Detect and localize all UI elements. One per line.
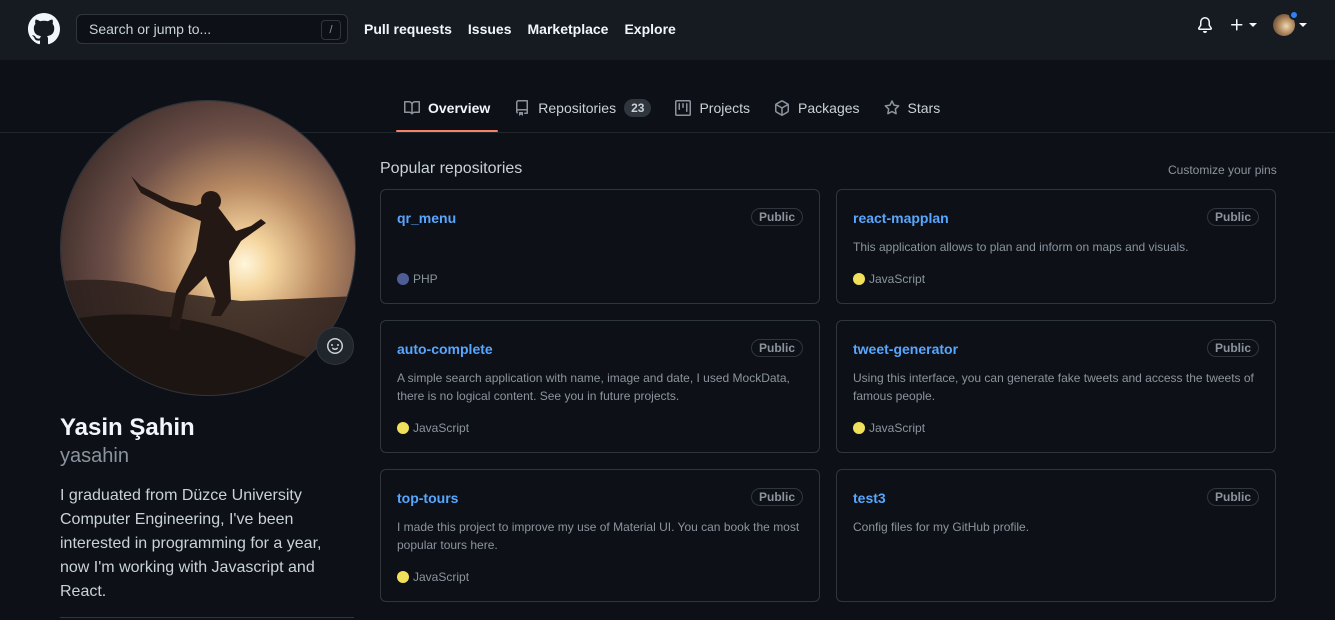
repo-description: I made this project to improve my use of…: [397, 520, 800, 552]
repo-language: JavaScript: [853, 421, 925, 435]
global-nav: Pull requests Issues Marketplace Explore: [364, 21, 676, 37]
repo-link[interactable]: react-mapplan: [853, 210, 949, 226]
visibility-badge: Public: [750, 208, 803, 226]
repo-link[interactable]: test3: [853, 490, 886, 506]
language-color-dot: [397, 273, 409, 285]
search-input[interactable]: [89, 21, 309, 37]
repo-language: JavaScript: [397, 421, 469, 435]
pinned-title: Popular repositories: [380, 160, 523, 177]
visibility-badge: Public: [750, 488, 803, 506]
nav-explore[interactable]: Explore: [624, 21, 675, 37]
pinned-repo-card: qr_menu Public PHP: [380, 189, 820, 304]
smiley-icon: [327, 338, 343, 354]
user-menu[interactable]: [1273, 10, 1307, 36]
tab-label: Projects: [699, 100, 751, 116]
project-icon: [675, 100, 692, 116]
search-shortcut-key: /: [321, 20, 341, 40]
book-icon: [404, 100, 420, 115]
profile-name: Yasin Şahin: [60, 414, 195, 441]
avatar[interactable]: [1273, 10, 1299, 36]
nav-marketplace[interactable]: Marketplace: [528, 21, 609, 37]
nav-issues[interactable]: Issues: [468, 21, 512, 37]
visibility-badge: Public: [1206, 488, 1259, 506]
tab-projects[interactable]: Projects: [667, 86, 758, 130]
pinned-repo-card: top-tours Public I made this project to …: [380, 469, 820, 602]
customize-pins-link[interactable]: Customize your pins: [1168, 163, 1277, 177]
language-color-dot: [397, 571, 409, 583]
tab-packages[interactable]: Packages: [766, 86, 867, 130]
header-actions: [1197, 10, 1307, 36]
tab-overview[interactable]: Overview: [396, 86, 499, 132]
tab-label: Repositories: [538, 100, 617, 116]
repo-description: Config files for my GitHub profile.: [853, 520, 1030, 534]
repo-link[interactable]: top-tours: [397, 490, 458, 506]
pinned-repo-card: react-mapplan Public This application al…: [836, 189, 1276, 304]
package-icon: [775, 100, 790, 116]
language-label: JavaScript: [869, 421, 926, 435]
tab-label: Packages: [798, 100, 860, 116]
search-box[interactable]: /: [76, 14, 348, 44]
tab-label: Overview: [428, 100, 491, 116]
pinned-repo-card: auto-complete Public A simple search app…: [380, 320, 820, 453]
repo-icon: [516, 100, 529, 116]
visibility-badge: Public: [1206, 339, 1259, 357]
repo-description: This application allows to plan and info…: [853, 240, 1189, 254]
repo-language: JavaScript: [397, 570, 469, 584]
visibility-badge: Public: [750, 339, 803, 357]
profile-avatar[interactable]: [60, 100, 356, 396]
chevron-down-icon: [1299, 23, 1307, 27]
repo-language: JavaScript: [853, 272, 925, 286]
global-header: / Pull requests Issues Marketplace Explo…: [0, 0, 1335, 60]
language-label: PHP: [413, 272, 438, 286]
language-label: JavaScript: [413, 421, 470, 435]
star-icon: [884, 100, 899, 115]
repo-language: PHP: [397, 272, 438, 286]
profile-bio: I graduated from Düzce University Comput…: [60, 487, 322, 600]
repo-description: Using this interface, you can generate f…: [853, 371, 1254, 403]
create-new-icon[interactable]: [1229, 17, 1257, 33]
language-label: JavaScript: [869, 272, 926, 286]
set-status-button[interactable]: [316, 327, 354, 365]
pinned-repo-card: tweet-generator Public Using this interf…: [836, 320, 1276, 453]
language-color-dot: [397, 422, 409, 434]
profile-tabs: Overview Repositories 23 Projects Packag…: [396, 86, 956, 132]
github-logo-icon[interactable]: [28, 13, 60, 45]
chevron-down-icon: [1249, 23, 1257, 27]
bell-icon[interactable]: [1197, 17, 1213, 33]
language-color-dot: [853, 422, 865, 434]
nav-pull-requests[interactable]: Pull requests: [364, 21, 452, 37]
repo-link[interactable]: tweet-generator: [853, 341, 958, 357]
repo-link[interactable]: qr_menu: [397, 210, 456, 226]
tab-label: Stars: [907, 100, 941, 116]
tab-stars[interactable]: Stars: [876, 86, 949, 130]
status-dot: [1289, 10, 1299, 20]
visibility-badge: Public: [1206, 208, 1259, 226]
repo-count-badge: 23: [624, 99, 652, 117]
profile-username: yasahin: [60, 445, 129, 467]
language-color-dot: [853, 273, 865, 285]
language-label: JavaScript: [413, 570, 470, 584]
pinned-repo-card: test3 Public Config files for my GitHub …: [836, 469, 1276, 602]
repo-link[interactable]: auto-complete: [397, 341, 493, 357]
repo-description: A simple search application with name, i…: [397, 371, 790, 403]
tab-repositories[interactable]: Repositories 23: [506, 86, 659, 130]
